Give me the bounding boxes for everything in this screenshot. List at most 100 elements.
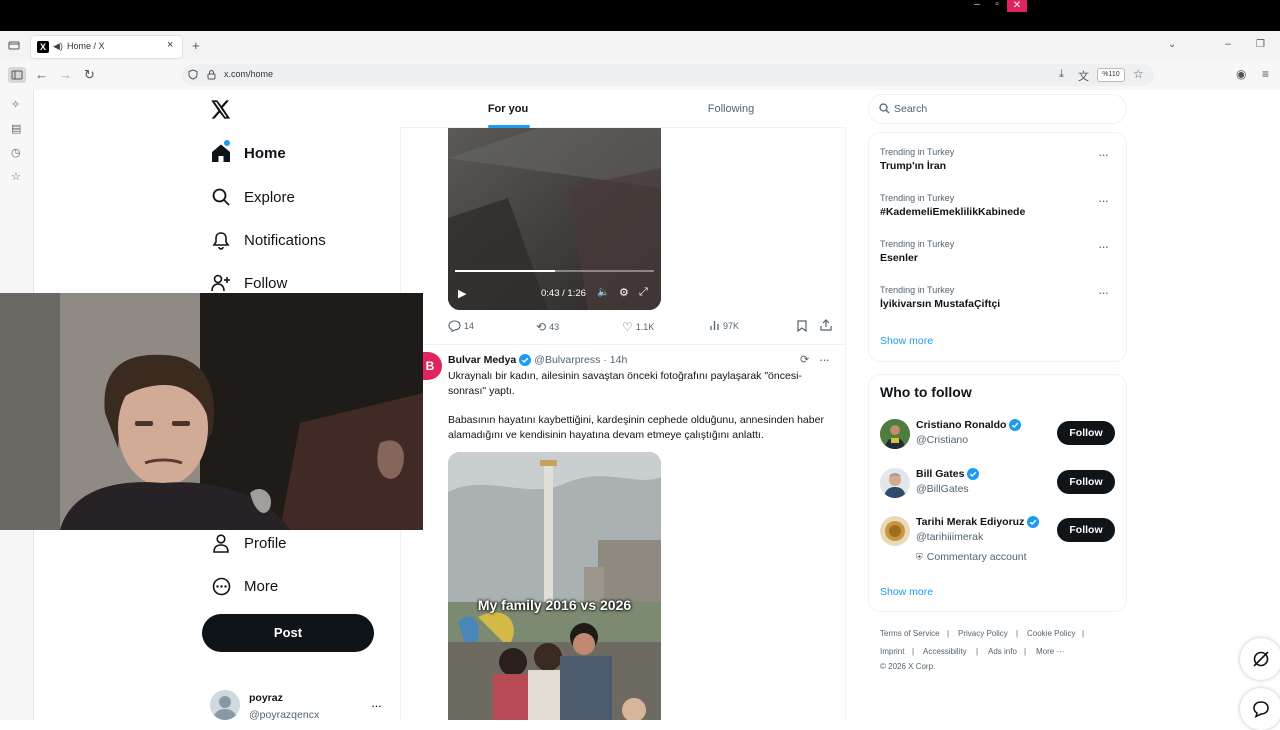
play-icon[interactable]: ▶ (458, 287, 466, 300)
profile-icon[interactable]: ◉ (1236, 67, 1246, 81)
tweet-image[interactable]: My family 2016 vs 2026 (448, 452, 661, 720)
trend-item[interactable]: Trending in Turkey İyikivarsın MustafaÇi… (880, 285, 1120, 310)
collections-icon[interactable]: ▤ (11, 122, 21, 135)
footer-link[interactable]: Accessibility (923, 647, 967, 656)
follow-suggestion[interactable]: Tarihi Merak Ediyoruz @tarihiiimerak Fol… (880, 514, 1120, 564)
follow-button[interactable]: Follow (1057, 518, 1115, 542)
star-icon[interactable]: ☆ (1133, 67, 1144, 81)
video-player[interactable]: ▶ 0:43 / 1:26 🔈 ⚙ ⤢ (448, 128, 661, 310)
trend-name: Trump'ın İran (880, 160, 947, 172)
account-name: poyraz (249, 692, 283, 704)
tweet-more-icon[interactable]: ··· (819, 352, 830, 367)
footer-link[interactable]: Cookie Policy (1027, 629, 1075, 638)
tab-following[interactable]: Following (616, 90, 846, 128)
footer-link[interactable]: Terms of Service (880, 629, 940, 638)
add-person-icon (210, 272, 232, 294)
footer-link[interactable]: Privacy Policy (958, 629, 1008, 638)
forward-icon[interactable]: → (59, 67, 72, 82)
search-input[interactable]: Search (868, 94, 1127, 124)
speaker-icon[interactable]: ◀) (53, 41, 63, 52)
avatar[interactable] (880, 419, 910, 449)
settings-gear-icon[interactable]: ⚙ (619, 286, 629, 299)
trend-item[interactable]: Trending in Turkey Esenler ··· (880, 239, 1120, 264)
follow-button[interactable]: Follow (1057, 421, 1115, 445)
chat-bubble-icon (1253, 701, 1269, 719)
menu-icon[interactable]: ≡ (1262, 67, 1269, 81)
avatar[interactable] (210, 690, 240, 720)
verified-badge-icon (1009, 419, 1022, 431)
tweet-author[interactable]: Bulvar Medya (448, 354, 516, 366)
history-icon[interactable]: ◷ (11, 146, 21, 159)
nav-more[interactable]: More (210, 572, 278, 600)
like-button[interactable]: ♡ 1.1K (622, 320, 654, 334)
follow-show-more-link[interactable]: Show more (880, 586, 933, 598)
nav-home[interactable]: Home (210, 139, 286, 167)
avatar[interactable] (880, 468, 910, 498)
grok-icon[interactable]: ⟳ (800, 353, 809, 366)
footer-link[interactable]: Ads info (988, 647, 1017, 656)
maximize-icon[interactable]: ▫ (987, 0, 1007, 12)
trend-more-icon[interactable]: ··· (1098, 285, 1109, 300)
refresh-icon[interactable]: ↻ (84, 67, 95, 83)
fullscreen-icon[interactable]: ⤢ (639, 286, 648, 299)
tweet-handle[interactable]: @Bulvarpress (534, 354, 600, 366)
footer-separator: | (912, 647, 915, 656)
trend-more-icon[interactable]: ··· (1098, 239, 1109, 254)
follow-suggestion[interactable]: Cristiano Ronaldo @Cristiano Follow (880, 417, 1120, 457)
video-progress-fill (455, 270, 555, 272)
search-icon (210, 186, 232, 208)
pin-icon[interactable]: ✧ (11, 98, 20, 111)
zoom-indicator[interactable]: %110 (1097, 68, 1125, 82)
follow-suggestion[interactable]: Bill Gates @BillGates Follow (880, 466, 1120, 506)
account-more-icon[interactable]: ··· (371, 698, 382, 713)
trends-show-more-link[interactable]: Show more (880, 335, 933, 347)
trend-more-icon[interactable]: ··· (1098, 147, 1109, 162)
lock-icon[interactable] (207, 69, 216, 80)
url-text[interactable]: x.com/home (224, 69, 273, 79)
address-bar[interactable] (182, 64, 1154, 86)
search-icon (879, 103, 890, 114)
translate-icon[interactable]: 文 (1078, 68, 1089, 84)
avatar[interactable] (880, 516, 910, 546)
tab-actions-icon[interactable] (8, 39, 20, 51)
trend-item[interactable]: Trending in Turkey Trump'ın İran ··· (880, 147, 1120, 172)
tab-close-icon[interactable]: × (167, 39, 173, 51)
account-handle: @poyrazqencx (249, 709, 320, 721)
views-icon (710, 321, 719, 330)
messages-button[interactable] (1240, 688, 1280, 730)
footer-link[interactable]: Imprint (880, 647, 904, 656)
nav-notifications[interactable]: Notifications (210, 226, 326, 254)
video-progress-track[interactable] (455, 270, 654, 272)
tab-for-you[interactable]: For you (400, 90, 616, 128)
nav-profile[interactable]: Profile (210, 529, 287, 557)
new-tab-icon[interactable]: + (192, 38, 200, 53)
tab-list-chevron-icon[interactable]: ⌄ (1168, 39, 1176, 50)
share-icon[interactable] (820, 319, 832, 331)
views-button[interactable]: 97K (709, 320, 739, 331)
bookmark-icon[interactable] (797, 320, 807, 332)
download-icon[interactable]: ⤓ (1059, 68, 1064, 81)
minimize-icon[interactable]: – (967, 0, 987, 12)
restore-icon[interactable]: ❐ (1256, 39, 1265, 50)
grok-button[interactable] (1240, 638, 1280, 680)
back-icon[interactable]: ← (35, 67, 48, 82)
sidebar-toggle-icon[interactable] (8, 67, 26, 83)
volume-icon[interactable]: 🔈 (597, 287, 609, 298)
post-button[interactable]: Post (202, 614, 374, 652)
follow-button[interactable]: Follow (1057, 470, 1115, 494)
window-close-button[interactable]: ✕ (1007, 0, 1027, 12)
nav-explore[interactable]: Explore (210, 183, 295, 211)
footer-link[interactable]: More ··· (1036, 647, 1064, 656)
minimize-icon[interactable]: – (1225, 38, 1231, 50)
reply-button[interactable]: 14 (448, 320, 474, 332)
x-logo-icon[interactable] (211, 100, 231, 119)
favorites-icon[interactable]: ☆ (11, 170, 21, 183)
shield-icon[interactable] (188, 69, 198, 80)
trend-item[interactable]: Trending in Turkey #KademeliEmeklilikKab… (880, 193, 1120, 218)
browser-tab[interactable]: X ◀) Home / X × (31, 36, 182, 58)
repost-button[interactable]: ⟲ 43 (536, 320, 559, 334)
window-dark-region (1030, 0, 1280, 31)
trend-more-icon[interactable]: ··· (1098, 193, 1109, 208)
tweet-time[interactable]: · 14h (603, 354, 627, 366)
tweet-text-2: Babasının hayatını kaybettiğini, kardeşi… (448, 414, 824, 441)
